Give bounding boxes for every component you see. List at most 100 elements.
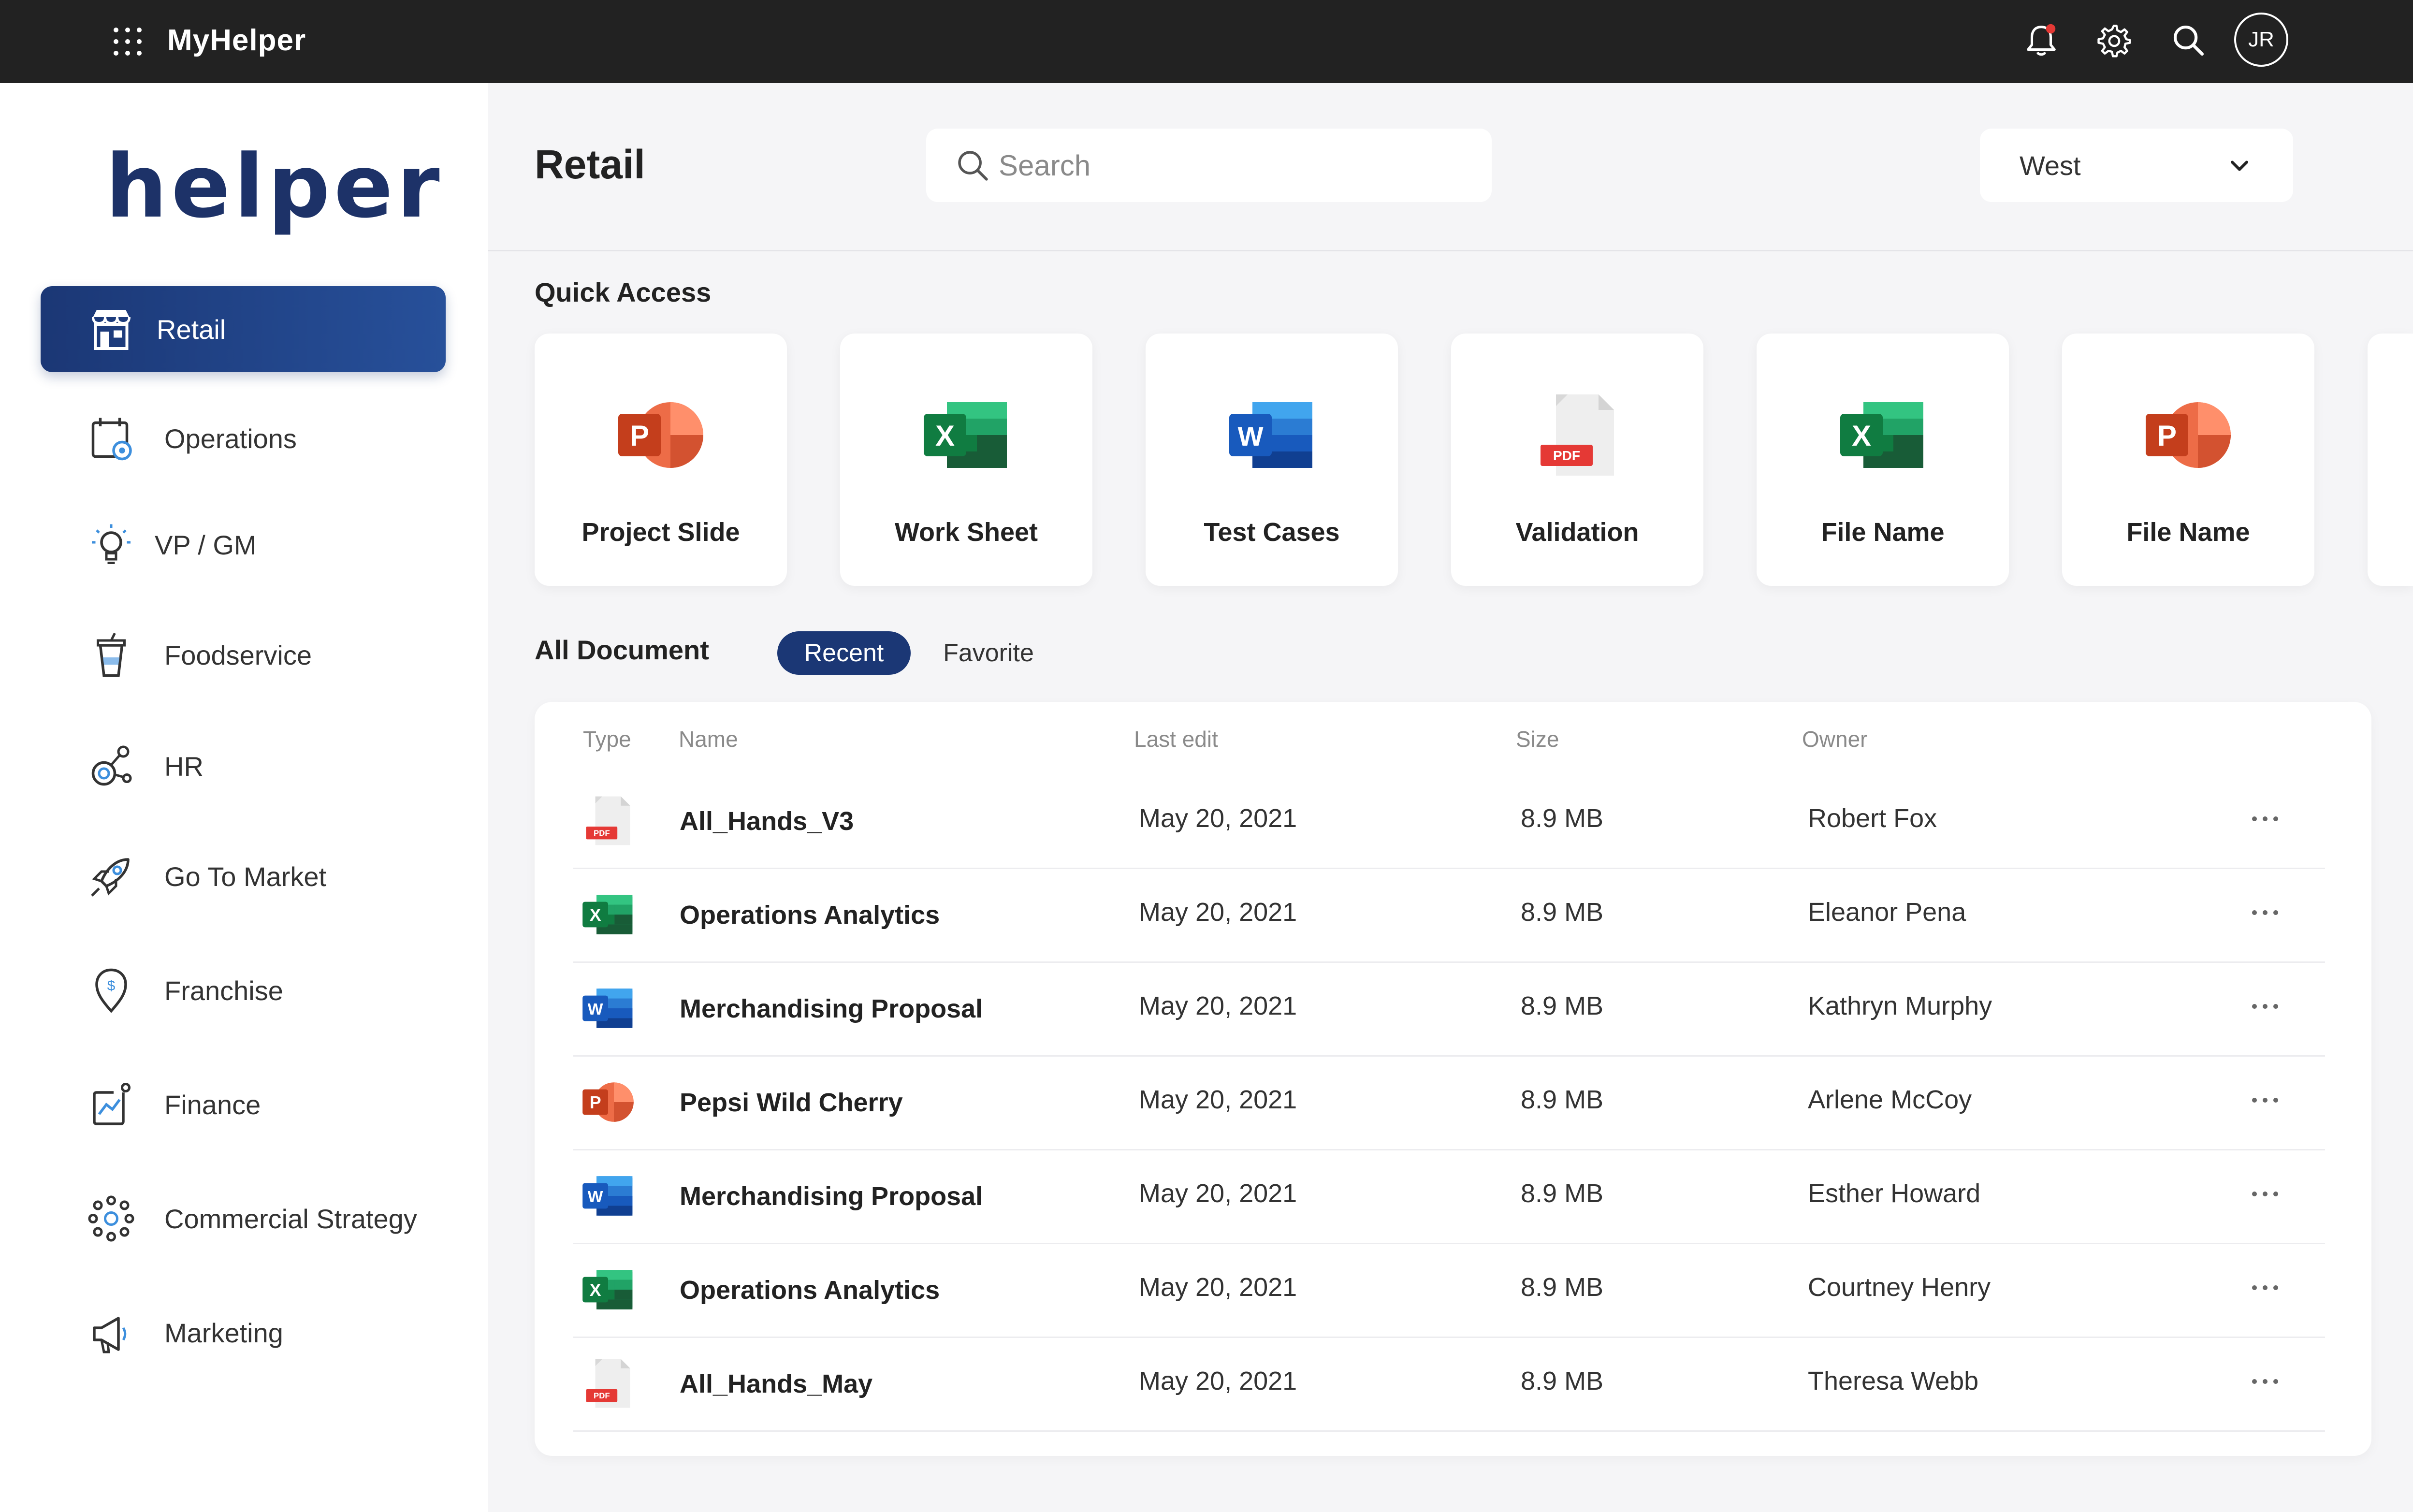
- strategy-network-icon: [88, 1195, 134, 1242]
- word-icon: [579, 1167, 637, 1225]
- document-name[interactable]: Merchandising Proposal: [680, 1181, 983, 1211]
- pdf-icon: [579, 792, 637, 850]
- column-header-last-edit: Last edit: [1134, 727, 1218, 752]
- sidebar-item-commercial-strategy[interactable]: Commercial Strategy: [41, 1176, 446, 1262]
- document-owner: Kathryn Murphy: [1808, 991, 1992, 1020]
- document-last-edit: May 20, 2021: [1139, 1179, 1297, 1208]
- more-options-button[interactable]: [2246, 804, 2284, 833]
- document-last-edit: May 20, 2021: [1139, 1085, 1297, 1114]
- document-size: 8.9 MB: [1521, 804, 1604, 833]
- table-row[interactable]: Merchandising Proposal May 20, 2021 8.9 …: [573, 963, 2325, 1057]
- more-options-button[interactable]: [2246, 1086, 2284, 1115]
- quick-access-label: File Name: [1821, 518, 1945, 547]
- document-last-edit: May 20, 2021: [1139, 991, 1297, 1020]
- table-row[interactable]: All_Hands_May May 20, 2021 8.9 MB Theres…: [573, 1338, 2325, 1432]
- chevron-down-icon: [2231, 160, 2248, 171]
- table-row[interactable]: Operations Analytics May 20, 2021 8.9 MB…: [573, 869, 2325, 963]
- quick-access-card[interactable]: Test Cases: [1146, 334, 1398, 586]
- table-row[interactable]: All_Hands_V3 May 20, 2021 8.9 MB Robert …: [573, 775, 2325, 869]
- sidebar-item-label: Commercial Strategy: [164, 1203, 417, 1234]
- document-name[interactable]: All_Hands_V3: [680, 806, 854, 836]
- table-row[interactable]: Merchandising Proposal May 20, 2021 8.9 …: [573, 1150, 2325, 1244]
- sidebar-item-label: HR: [164, 751, 204, 782]
- brand-logo: helper: [105, 136, 444, 237]
- more-dots-icon: [2252, 1004, 2278, 1009]
- region-select[interactable]: West: [1980, 129, 2293, 202]
- people-network-icon: [91, 745, 132, 786]
- more-dots-icon: [2252, 1285, 2278, 1290]
- table-row[interactable]: Operations Analytics May 20, 2021 8.9 MB…: [573, 1244, 2325, 1338]
- quick-access-label: File Name: [2126, 518, 2250, 547]
- word-icon: [1223, 387, 1320, 483]
- search-box[interactable]: [926, 129, 1492, 202]
- svg-text:$: $: [107, 978, 116, 994]
- document-size: 8.9 MB: [1521, 991, 1604, 1020]
- more-dots-icon: [2252, 1098, 2278, 1103]
- document-last-edit: May 20, 2021: [1139, 898, 1297, 927]
- apps-grid-icon[interactable]: [111, 25, 144, 58]
- sidebar-item-go-to-market[interactable]: Go To Market: [41, 833, 446, 919]
- more-options-button[interactable]: [2246, 1367, 2284, 1396]
- document-size: 8.9 MB: [1521, 1367, 1604, 1396]
- document-owner: Esther Howard: [1808, 1179, 1981, 1208]
- more-dots-icon: [2252, 910, 2278, 915]
- document-owner: Eleanor Pena: [1808, 898, 1966, 927]
- tab-favorite[interactable]: Favorite: [928, 631, 1049, 675]
- chart-growth-icon: [93, 1083, 131, 1125]
- quick-access-card[interactable]: Project Slide: [535, 334, 787, 586]
- document-name[interactable]: Merchandising Proposal: [680, 994, 983, 1024]
- excel-icon: [579, 886, 637, 944]
- quick-access-label: Test Cases: [1204, 518, 1340, 547]
- more-options-button[interactable]: [2246, 1179, 2284, 1208]
- search-icon: [958, 151, 988, 181]
- table-row[interactable]: Pepsi Wild Cherry May 20, 2021 8.9 MB Ar…: [573, 1057, 2325, 1150]
- notifications-button[interactable]: [2021, 19, 2062, 61]
- more-options-button[interactable]: [2246, 898, 2284, 927]
- document-size: 8.9 MB: [1521, 898, 1604, 927]
- page-header: Retail West: [488, 83, 2413, 251]
- sidebar-item-foodservice[interactable]: Foodservice: [41, 612, 446, 698]
- more-dots-icon: [2252, 816, 2278, 821]
- sidebar: helper Retail Operations VP / GM Foodser…: [0, 83, 488, 1512]
- quick-access-card[interactable]: File Name: [2062, 334, 2314, 586]
- document-name[interactable]: All_Hands_May: [680, 1369, 872, 1399]
- quick-access-card-partial[interactable]: [2368, 334, 2413, 586]
- excel-icon: [1834, 387, 1931, 483]
- global-search-button[interactable]: [2167, 19, 2209, 61]
- sidebar-item-marketing[interactable]: Marketing: [41, 1290, 446, 1376]
- sidebar-item-label: Foodservice: [164, 640, 312, 670]
- more-options-button[interactable]: [2246, 992, 2284, 1021]
- bell-icon: [2027, 24, 2056, 56]
- lightbulb-icon: [92, 524, 131, 564]
- quick-access-card[interactable]: File Name: [1757, 334, 2009, 586]
- sidebar-item-retail[interactable]: Retail: [41, 286, 446, 372]
- more-options-button[interactable]: [2246, 1273, 2284, 1302]
- search-input[interactable]: [999, 143, 1463, 188]
- document-size: 8.9 MB: [1521, 1085, 1604, 1114]
- sidebar-item-franchise[interactable]: $ Franchise: [41, 947, 446, 1033]
- excel-icon: [579, 1261, 637, 1319]
- megaphone-icon: [93, 1317, 127, 1353]
- document-owner: Arlene McCoy: [1808, 1085, 1972, 1114]
- avatar[interactable]: JR: [2234, 13, 2288, 67]
- document-name[interactable]: Operations Analytics: [680, 900, 940, 930]
- region-select-value: West: [2020, 150, 2081, 181]
- sidebar-item-hr[interactable]: HR: [41, 723, 446, 809]
- column-header-name: Name: [679, 727, 738, 752]
- document-last-edit: May 20, 2021: [1139, 1367, 1297, 1396]
- document-last-edit: May 20, 2021: [1139, 804, 1297, 833]
- settings-button[interactable]: [2093, 19, 2135, 61]
- quick-access-label: Project Slide: [581, 518, 740, 547]
- all-documents-title: All Document: [535, 635, 709, 665]
- quick-access-card[interactable]: Validation: [1451, 334, 1703, 586]
- document-name[interactable]: Pepsi Wild Cherry: [680, 1088, 903, 1118]
- powerpoint-icon: [612, 387, 709, 483]
- quick-access-card[interactable]: Work Sheet: [840, 334, 1092, 586]
- sidebar-item-finance[interactable]: Finance: [41, 1061, 446, 1148]
- document-owner: Courtney Henry: [1808, 1273, 1991, 1302]
- document-name[interactable]: Operations Analytics: [680, 1275, 940, 1305]
- calendar-gear-icon: [91, 418, 132, 461]
- sidebar-item-operations[interactable]: Operations: [41, 395, 446, 481]
- sidebar-item-vp-gm[interactable]: VP / GM: [41, 502, 446, 588]
- tab-recent[interactable]: Recent: [777, 631, 911, 675]
